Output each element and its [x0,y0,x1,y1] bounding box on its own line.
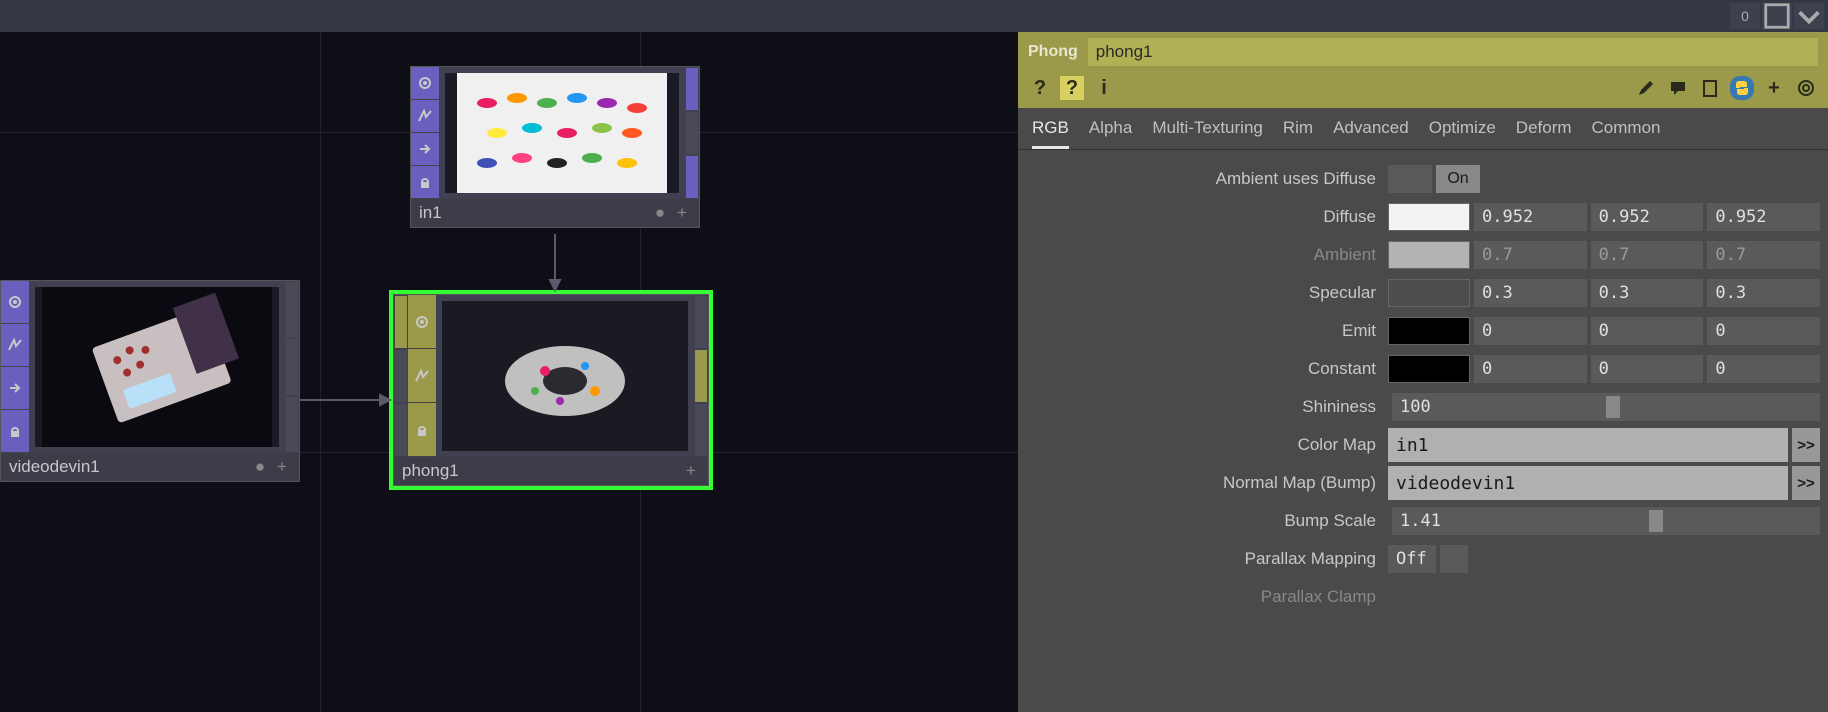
value-g[interactable]: 0.3 [1591,279,1704,307]
viewer-flag-icon[interactable] [1,281,29,324]
goto-button[interactable]: >> [1792,466,1820,500]
title-bar: 0 [0,0,1828,32]
titlebar-maximize-button[interactable] [1762,3,1792,29]
panel-header: Phong [1018,32,1828,72]
viewer-flag-icon[interactable] [411,67,439,100]
color-map-field[interactable]: in1 [1388,428,1788,462]
dot-icon[interactable]: ● [651,204,669,222]
node-label: in1 [419,203,442,223]
value-r[interactable]: 0 [1474,317,1587,345]
arrow-right-icon[interactable] [1,367,29,410]
value-g[interactable]: 0.952 [1591,203,1704,231]
value-g[interactable]: 0 [1591,355,1704,383]
color-swatch[interactable] [1388,241,1470,269]
node-label: phong1 [402,461,459,481]
lock-icon[interactable] [411,166,439,199]
node-preview [442,301,688,451]
goto-button[interactable]: >> [1792,428,1820,462]
bypass-flag-icon[interactable] [408,349,436,403]
value-r[interactable]: 0.3 [1474,279,1587,307]
value-g[interactable]: 0 [1591,317,1704,345]
param-label: Ambient [1018,245,1388,265]
toggle-knob[interactable] [1440,545,1468,573]
plus-icon[interactable]: + [273,458,291,476]
color-swatch[interactable] [1388,203,1470,231]
param-label: Parallax Mapping [1018,549,1388,569]
tab-alpha[interactable]: Alpha [1089,118,1132,149]
node-preview [35,287,279,447]
plus-icon[interactable]: + [673,204,691,222]
node-videodevin1[interactable]: videodevin1 ●+ [0,280,300,482]
value-r[interactable]: 0 [1474,355,1587,383]
tab-advanced[interactable]: Advanced [1333,118,1409,149]
pencil-icon[interactable] [1634,76,1658,100]
node-preview [445,73,679,193]
value-r[interactable]: 0.952 [1474,203,1587,231]
color-swatch[interactable] [1388,317,1470,345]
target-icon[interactable] [1794,76,1818,100]
tab-common[interactable]: Common [1592,118,1661,149]
color-swatch[interactable] [1388,355,1470,383]
titlebar-zero-button[interactable]: 0 [1730,3,1760,29]
titlebar-collapse-button[interactable] [1794,3,1824,29]
param-label: Bump Scale [1018,511,1388,531]
value-b[interactable]: 0.7 [1707,241,1820,269]
param-label: Color Map [1018,435,1388,455]
value-b[interactable]: 0 [1707,355,1820,383]
tab-multi-texturing[interactable]: Multi-Texturing [1152,118,1263,149]
lock-icon[interactable] [408,403,436,457]
info-icon[interactable]: i [1092,76,1116,100]
tab-rim[interactable]: Rim [1283,118,1313,149]
clipboard-icon[interactable] [1698,76,1722,100]
bypass-flag-icon[interactable] [411,100,439,133]
help-wiki-icon[interactable]: ? [1060,76,1084,100]
parameter-panel: Phong ? ? i + RGB Alpha Multi-Texturing … [1018,32,1828,712]
python-icon[interactable] [1730,76,1754,100]
param-label: Diffuse [1018,207,1388,227]
toggle-knob[interactable] [1388,165,1432,193]
bypass-flag-icon[interactable] [1,324,29,367]
node-phong1[interactable]: phong1 + [393,294,709,486]
tab-deform[interactable]: Deform [1516,118,1572,149]
param-tabs: RGB Alpha Multi-Texturing Rim Advanced O… [1018,108,1828,150]
dot-icon[interactable]: ● [251,458,269,476]
tab-rgb[interactable]: RGB [1032,118,1069,149]
panel-toolbar: ? ? i + [1018,72,1828,108]
param-label: Emit [1018,321,1388,341]
viewer-flag-icon[interactable] [408,295,436,349]
param-label: Specular [1018,283,1388,303]
bump-scale-slider[interactable]: 1.41 [1392,507,1820,535]
param-label: Shininess [1018,397,1388,417]
arrow-right-icon[interactable] [411,133,439,166]
param-label: Constant [1018,359,1388,379]
value-b[interactable]: 0 [1707,317,1820,345]
parallax-value[interactable]: Off [1388,545,1436,573]
node-in1[interactable]: in1 ●+ [410,66,700,228]
value-r[interactable]: 0.7 [1474,241,1587,269]
param-label: Normal Map (Bump) [1018,473,1388,493]
param-label: Ambient uses Diffuse [1018,169,1388,189]
toggle-on[interactable]: On [1436,165,1480,193]
comment-icon[interactable] [1666,76,1690,100]
plus-icon[interactable]: + [1762,76,1786,100]
shininess-slider[interactable]: 100 [1392,393,1820,421]
operator-name-input[interactable] [1088,38,1818,66]
tab-optimize[interactable]: Optimize [1429,118,1496,149]
param-list: Ambient uses Diffuse On Diffuse 0.952 0.… [1018,150,1828,712]
node-label: videodevin1 [9,457,100,477]
lock-icon[interactable] [1,410,29,453]
param-label: Parallax Clamp [1018,587,1388,607]
operator-type: Phong [1028,43,1078,61]
color-swatch[interactable] [1388,279,1470,307]
normal-map-field[interactable]: videodevin1 [1388,466,1788,500]
value-g[interactable]: 0.7 [1591,241,1704,269]
network-editor[interactable]: in1 ●+ [0,32,1018,712]
value-b[interactable]: 0.952 [1707,203,1820,231]
plus-icon[interactable]: + [682,462,700,480]
help-icon[interactable]: ? [1028,76,1052,100]
value-b[interactable]: 0.3 [1707,279,1820,307]
